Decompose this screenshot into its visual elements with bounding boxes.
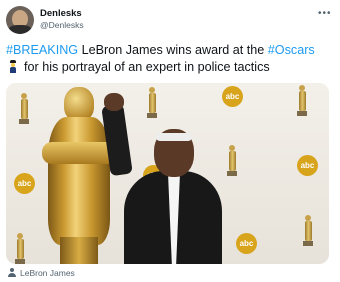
- tweet: Denlesks @Denlesks ••• #BREAKING LeBron …: [0, 0, 340, 282]
- tweet-photo[interactable]: abc abc abc abc abc: [6, 83, 329, 264]
- avatar[interactable]: [6, 6, 34, 34]
- statuette-icon: [303, 215, 313, 246]
- display-name[interactable]: Denlesks: [40, 8, 82, 19]
- tweet-text-part-2: for his portrayal of an expert in police…: [24, 59, 270, 74]
- hashtag-oscars[interactable]: #Oscars: [268, 43, 315, 57]
- hashtag-breaking[interactable]: #BREAKING: [6, 43, 78, 57]
- tweet-text: #BREAKING LeBron James wins award at the…: [6, 42, 336, 75]
- statuette-icon: [15, 233, 25, 264]
- abc-logo: abc: [297, 155, 318, 176]
- person-tag-icon: [8, 268, 16, 277]
- abc-logo: abc: [236, 233, 257, 254]
- photo-tag[interactable]: LeBron James: [8, 268, 75, 278]
- photo-tag-label: LeBron James: [20, 268, 75, 278]
- user-handle[interactable]: @Denlesks: [40, 20, 84, 30]
- person-figure: [101, 93, 226, 264]
- statuette-icon: [19, 93, 29, 124]
- ellipsis-icon[interactable]: •••: [318, 8, 332, 19]
- police-officer-icon: [10, 59, 16, 73]
- tweet-text-line-2: for his portrayal of an expert in police…: [6, 59, 336, 76]
- statuette-icon: [227, 145, 237, 176]
- tweet-text-part-1: LeBron James wins award at the: [78, 43, 268, 57]
- avatar-shirt: [8, 25, 32, 34]
- statuette-icon: [297, 85, 307, 116]
